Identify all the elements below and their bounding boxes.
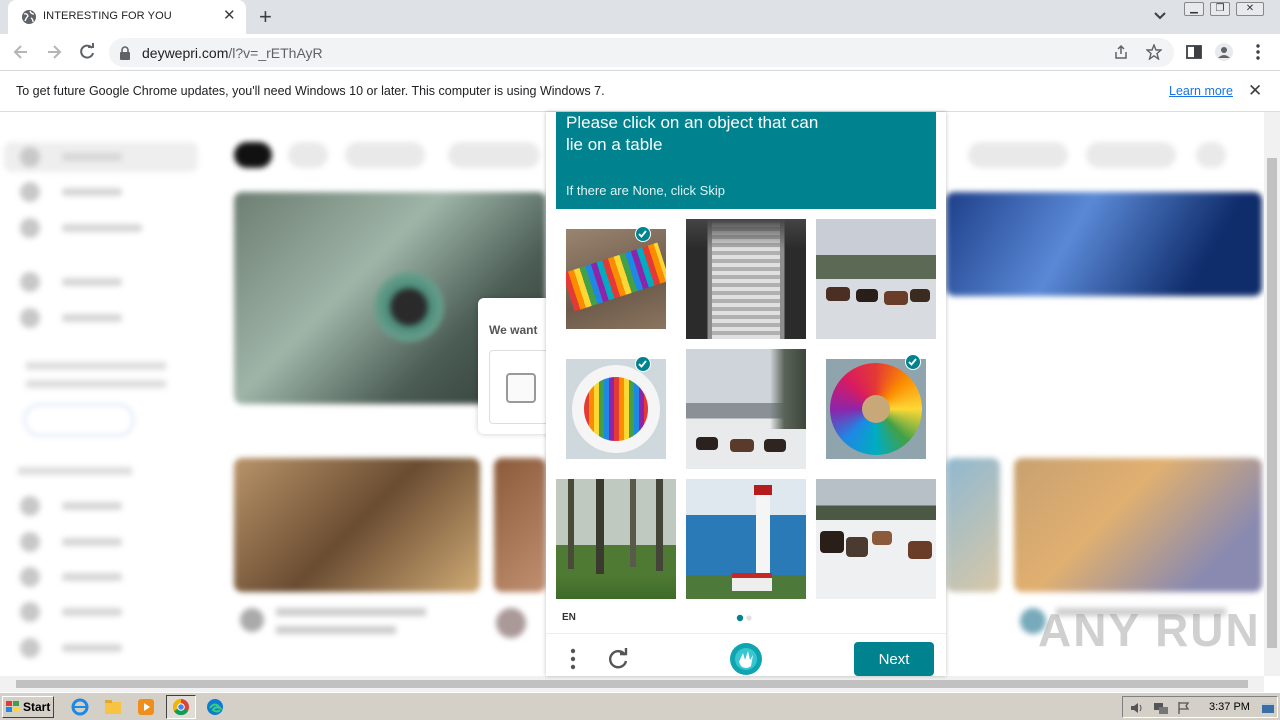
windows-logo-icon: [6, 701, 19, 712]
new-tab-icon[interactable]: +: [259, 4, 272, 30]
update-infobar: To get future Google Chrome updates, you…: [0, 71, 1280, 112]
infobar-close-icon[interactable]: ✕: [1248, 81, 1262, 101]
captcha-challenge: Please click on an object that can lie o…: [546, 112, 946, 676]
selected-check-icon: [635, 356, 651, 372]
tile-image: [816, 219, 936, 339]
hscrollbar-thumb[interactable]: [16, 680, 1248, 688]
start-button[interactable]: Start: [2, 696, 54, 718]
network-icon[interactable]: [1153, 701, 1169, 715]
captcha-tile-lighthouse[interactable]: [686, 479, 806, 599]
system-tray: 3:37 PM: [1122, 696, 1278, 718]
captcha-tile-cattle-herd[interactable]: [816, 479, 936, 599]
checkbox-frame: [489, 350, 549, 424]
tab-close-icon[interactable]: ✕: [223, 7, 236, 25]
captcha-prompt: Please click on an object that can lie o…: [556, 112, 936, 209]
captcha-tile-pencils-bowl[interactable]: [556, 349, 676, 469]
windows-taskbar: Start 3:37 PM: [0, 692, 1280, 720]
lock-icon[interactable]: [119, 46, 131, 60]
refresh-icon[interactable]: [606, 647, 630, 671]
horizontal-scrollbar[interactable]: [0, 676, 1264, 692]
language-selector[interactable]: EN: [562, 612, 576, 623]
back-icon[interactable]: [12, 43, 30, 61]
forward-icon[interactable]: [45, 43, 63, 61]
tile-image: [566, 229, 666, 329]
kebab-menu-icon[interactable]: [1249, 43, 1267, 61]
menu-dots-icon[interactable]: [570, 647, 576, 671]
watermark: ANY RUN: [1038, 604, 1261, 656]
selected-check-icon: [905, 354, 921, 370]
reload-icon[interactable]: [78, 43, 96, 61]
prompt-text: Please click on an object that can lie o…: [566, 113, 819, 154]
tab-title: INTERESTING FOR YOU: [43, 10, 172, 22]
edge-icon[interactable]: [205, 697, 225, 717]
url-text[interactable]: deywepri.com/l?v=_rEThAyR: [142, 45, 323, 61]
minimize-icon[interactable]: ▁: [1184, 2, 1204, 16]
file-explorer-icon[interactable]: [103, 697, 123, 717]
volume-icon[interactable]: [1129, 701, 1145, 715]
learn-more-link[interactable]: Learn more: [1169, 84, 1233, 98]
chrome-icon: [172, 698, 189, 716]
tile-image: [556, 479, 676, 599]
chrome-taskbar-button[interactable]: [166, 695, 196, 719]
show-desktop-icon[interactable]: [1261, 701, 1275, 715]
captcha-tile-escalator[interactable]: [686, 219, 806, 339]
action-center-flag-icon[interactable]: [1177, 701, 1191, 715]
media-player-icon[interactable]: [136, 697, 156, 717]
tile-image: [826, 359, 926, 459]
page-indicator: [736, 614, 752, 622]
footer-divider: [546, 633, 946, 634]
scrollbar-thumb[interactable]: [1267, 158, 1277, 648]
profile-avatar-icon[interactable]: [1215, 43, 1233, 61]
browser-toolbar: deywepri.com/l?v=_rEThAyR: [0, 34, 1280, 71]
browser-tab[interactable]: INTERESTING FOR YOU ✕: [8, 0, 246, 34]
tab-strip: INTERESTING FOR YOU ✕ + ▁ ❐ ✕: [0, 0, 1280, 34]
captcha-tile-cattle-trees[interactable]: [686, 349, 806, 469]
start-label: Start: [23, 700, 51, 714]
hcaptcha-logo-icon[interactable]: [729, 642, 763, 676]
side-panel-icon[interactable]: [1185, 43, 1203, 61]
next-button[interactable]: Next: [854, 642, 934, 676]
captcha-tile-pencils-circle[interactable]: [816, 349, 936, 469]
infobar-message: To get future Google Chrome updates, you…: [16, 84, 605, 98]
tile-image: [816, 479, 936, 599]
window-close-icon[interactable]: ✕: [1236, 2, 1264, 16]
tile-image: [686, 349, 806, 469]
captcha-tile-forest[interactable]: [556, 479, 676, 599]
tile-image: [566, 359, 666, 459]
restore-icon[interactable]: ❐: [1210, 2, 1230, 16]
globe-icon: [22, 10, 36, 24]
captcha-tile-pencils-wood[interactable]: [556, 219, 676, 339]
share-icon[interactable]: [1113, 44, 1129, 60]
taskbar-clock[interactable]: 3:37 PM: [1209, 701, 1250, 713]
widget-text: We want: [489, 323, 538, 337]
bookmark-star-icon[interactable]: [1146, 44, 1162, 60]
skip-hint: If there are None, click Skip: [566, 183, 725, 198]
captcha-tile-cattle-field[interactable]: [816, 219, 936, 339]
checkbox[interactable]: [506, 373, 536, 403]
tile-image: [686, 479, 806, 599]
internet-explorer-icon[interactable]: [70, 697, 90, 717]
tile-image: [686, 219, 806, 339]
selected-check-icon: [635, 226, 651, 242]
tab-search-icon[interactable]: [1153, 9, 1167, 23]
address-bar[interactable]: deywepri.com/l?v=_rEThAyR: [109, 38, 1174, 67]
vertical-scrollbar[interactable]: [1264, 112, 1280, 676]
